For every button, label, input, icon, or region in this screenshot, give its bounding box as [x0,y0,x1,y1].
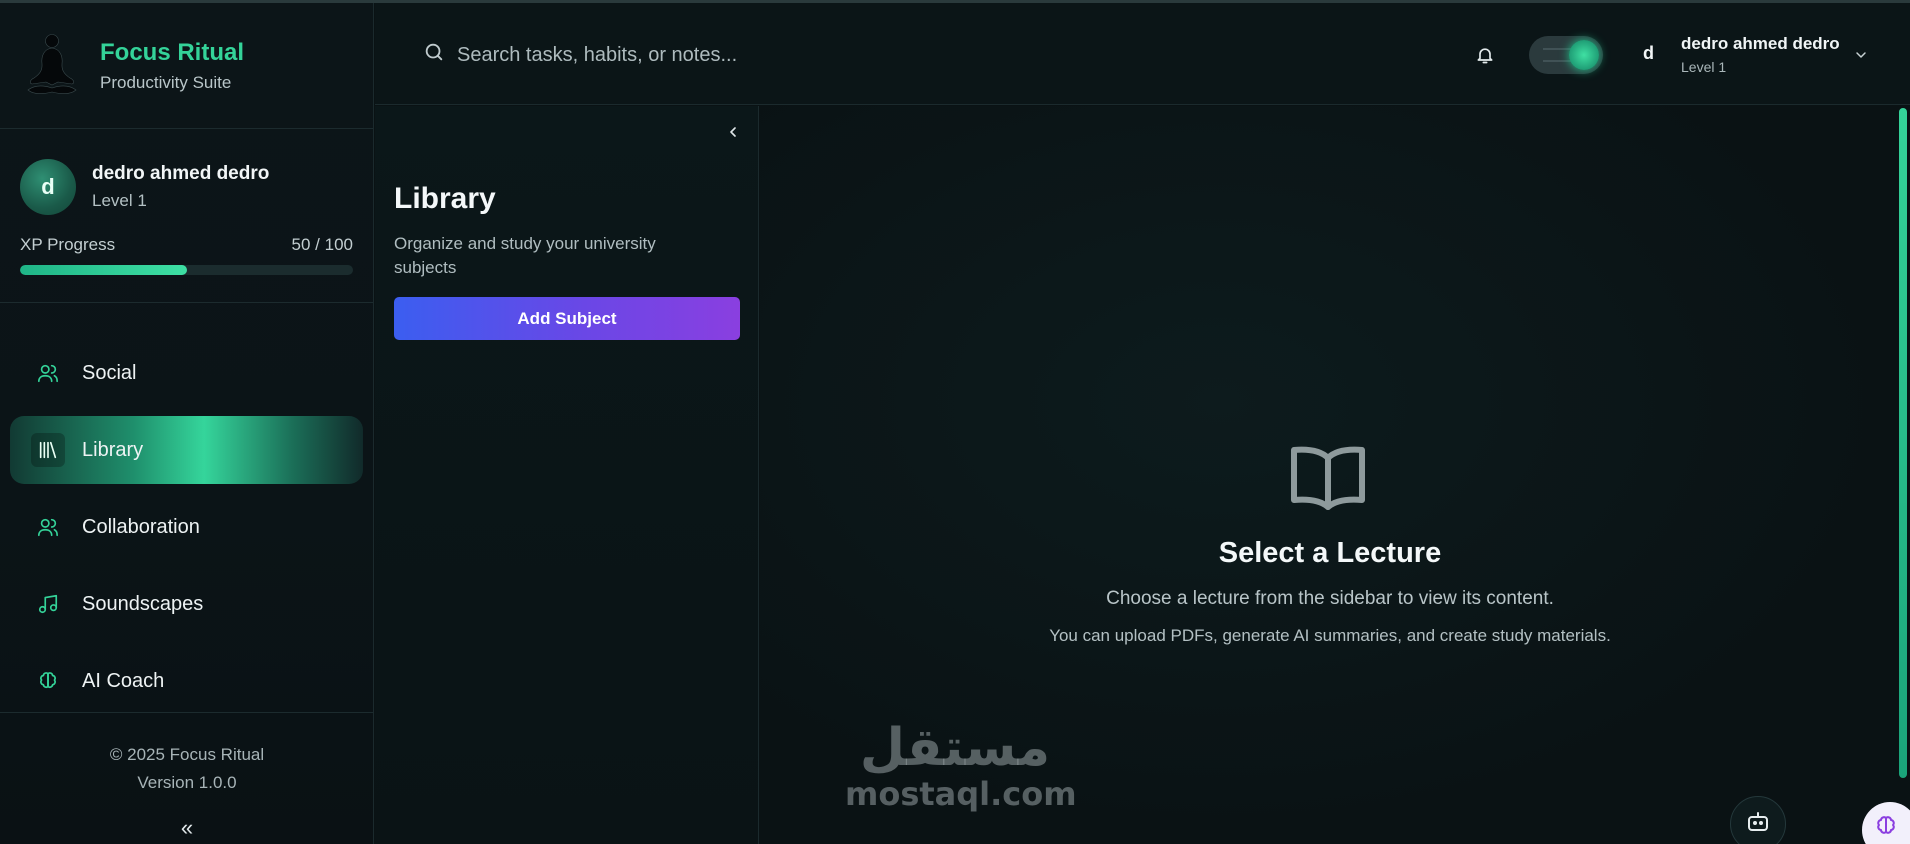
assistant-bot-button[interactable] [1730,796,1786,844]
watermark-latin: mostaql.com [845,775,1077,813]
music-icon [36,592,60,616]
watermark: مستقل mostaql.com [845,718,1077,813]
chevron-down-icon[interactable] [1853,47,1869,68]
sidebar-nav: Social Library Collaboration Soundscapes… [0,303,373,715]
sidebar-item-label: Soundscapes [82,592,204,615]
header-user-name: dedro ahmed dedro [1681,34,1840,53]
brain-icon [36,669,60,693]
avatar[interactable]: d [20,159,76,215]
xp-progress-fill [20,265,187,275]
watermark-arabic: مستقل [859,718,1051,778]
user-level: Level 1 [92,191,147,210]
sidebar-footer: © 2025 Focus Ritual Version 1.0.0 « [0,712,374,844]
header-avatar[interactable]: d [1643,43,1654,64]
collapse-sidebar-button[interactable]: « [0,815,374,841]
library-description: Organize and study your university subje… [394,234,656,277]
xp-value: 50 / 100 [291,235,353,254]
bell-icon[interactable] [1475,45,1495,70]
page-title: Library [394,182,496,215]
meditation-logo-icon [27,33,77,94]
search-icon [423,41,445,69]
sidebar-item-label: Social [82,361,137,384]
users-icon [36,515,60,539]
sidebar-item-label: Collaboration [82,515,200,538]
empty-state-subtitle: Choose a lecture from the sidebar to vie… [1106,588,1554,609]
users-icon [36,361,60,385]
empty-state-title: Select a Lecture [1218,537,1442,569]
scrollbar[interactable] [1899,108,1907,778]
copyright-text: © 2025 Focus Ritual [109,745,265,764]
header-user-level: Level 1 [1681,59,1727,75]
brand: Focus Ritual Productivity Suite [0,3,373,129]
sidebar-item-social[interactable]: Social [10,339,363,407]
library-panel: Library Organize and study your universi… [375,106,759,844]
empty-state-note: You can upload PDFs, generate AI summari… [1049,626,1611,645]
version-text: Version 1.0.0 [137,773,237,792]
xp-label: XP Progress [20,235,116,254]
sidebar-item-ai-coach[interactable]: AI Coach [10,647,363,715]
search-input[interactable]: Search tasks, habits, or notes... [457,44,737,67]
library-icon [31,433,65,467]
user-name: dedro ahmed dedro [92,163,270,184]
sidebar-item-label: AI Coach [82,669,165,692]
toggle-knob [1569,40,1599,70]
sidebar-item-label: Library [82,438,144,461]
theme-toggle[interactable] [1529,36,1603,74]
open-book-icon [1290,444,1366,517]
brain-icon [1874,814,1898,843]
xp-progress-bar [20,265,353,275]
user-card: d dedro ahmed dedro Level 1 XP Progress … [0,129,373,303]
top-header: Search tasks, habits, or notes... d dedr… [375,3,1910,105]
sidebar-item-library[interactable]: Library [10,416,363,484]
chevron-left-icon[interactable] [725,124,741,145]
brand-subtitle: Productivity Suite [100,72,232,92]
header-user-menu[interactable]: dedro ahmed dedro Level 1 [1681,34,1840,75]
sidebar-item-collaboration[interactable]: Collaboration [10,493,363,561]
sidebar-item-soundscapes[interactable]: Soundscapes [10,570,363,638]
robot-icon [1746,811,1770,838]
add-subject-button[interactable]: Add Subject [394,297,740,340]
sidebar: Focus Ritual Productivity Suite d dedro … [0,3,374,844]
brand-title: Focus Ritual [100,38,245,66]
search-bar[interactable]: Search tasks, habits, or notes... [423,41,737,69]
